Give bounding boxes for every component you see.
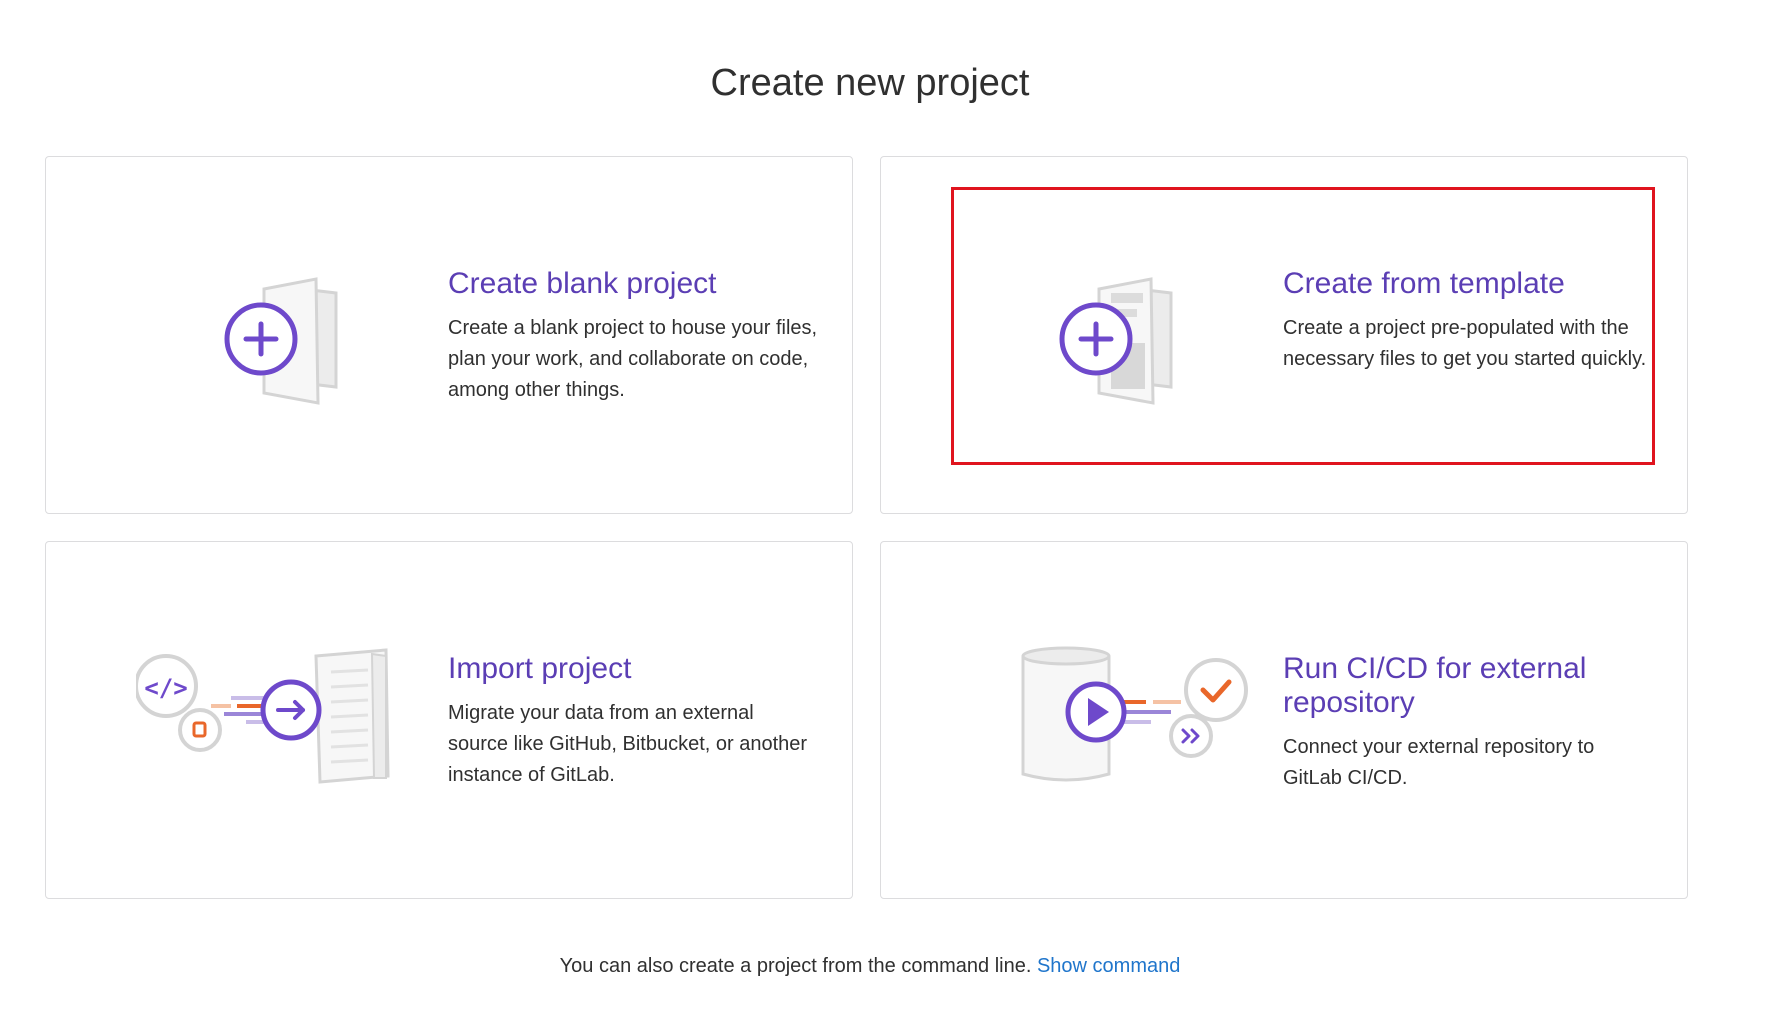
template-project-icon bbox=[1059, 277, 1173, 405]
footer-text: You can also create a project from the c… bbox=[559, 955, 1032, 977]
new-project-icon bbox=[224, 277, 338, 405]
import-project-card[interactable]: </> Import project Migrate your data fro… bbox=[45, 541, 853, 899]
card-description: Create a blank project to house your fil… bbox=[448, 317, 818, 401]
card-description: Create a project pre-populated with the … bbox=[1283, 317, 1647, 370]
footer-command-line: You can also create a project from the c… bbox=[0, 955, 1740, 978]
card-title[interactable]: Run CI/CD for external repository bbox=[1283, 652, 1653, 720]
svg-text:</>: </> bbox=[144, 674, 187, 702]
card-description: Migrate your data from an external sourc… bbox=[448, 702, 808, 786]
create-blank-project-card[interactable]: Create blank project Create a blank proj… bbox=[45, 156, 853, 514]
create-from-template-card[interactable]: Create from template Create a project pr… bbox=[880, 156, 1688, 514]
show-command-link[interactable]: Show command bbox=[1037, 955, 1180, 977]
card-title[interactable]: Import project bbox=[448, 652, 818, 686]
import-project-icon: </> bbox=[136, 648, 390, 784]
page-title: Create new project bbox=[710, 62, 1030, 104]
page: Create new project Create blank project … bbox=[0, 0, 1786, 1019]
card-title[interactable]: Create blank project bbox=[448, 267, 818, 301]
card-description: Connect your external repository to GitL… bbox=[1283, 736, 1595, 789]
cicd-external-icon bbox=[1021, 646, 1248, 782]
run-cicd-external-card[interactable]: Run CI/CD for external repository Connec… bbox=[880, 541, 1688, 899]
card-title[interactable]: Create from template bbox=[1283, 267, 1653, 301]
